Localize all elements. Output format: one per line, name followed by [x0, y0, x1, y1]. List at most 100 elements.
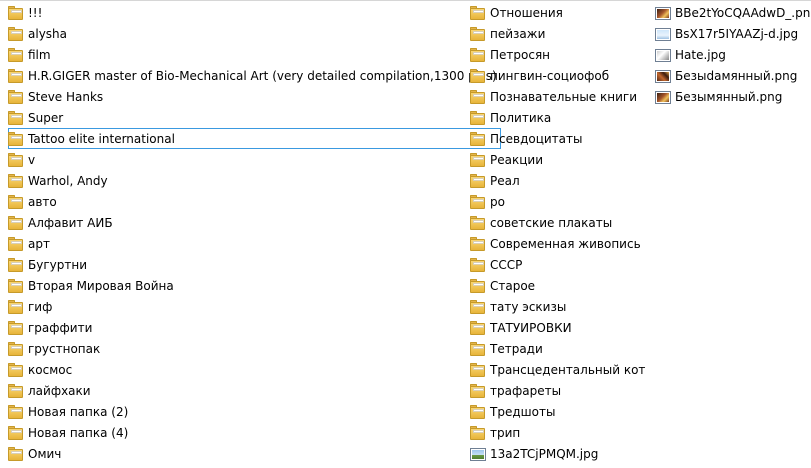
folder-item[interactable]: Тредшоты [470, 401, 649, 422]
folder-icon [8, 215, 24, 231]
folder-icon [470, 215, 486, 231]
folder-icon [470, 236, 486, 252]
folder-item[interactable]: советские плакаты [470, 212, 649, 233]
item-label: Познавательные книги [490, 89, 637, 104]
folder-icon [8, 68, 24, 84]
item-label: !!! [28, 5, 43, 20]
file-item[interactable]: BBe2tYoCQAAdwD_.png [655, 2, 811, 23]
folder-item[interactable]: трип [470, 422, 649, 443]
folder-item[interactable]: гиф [8, 296, 501, 317]
file-item[interactable]: 13a2TCjPMQM.jpg [470, 443, 649, 464]
item-label: Super [28, 110, 64, 125]
folder-icon [8, 341, 24, 357]
folder-icon [470, 362, 486, 378]
file-item[interactable]: Hate.jpg [655, 44, 811, 65]
image-file-icon [655, 47, 671, 63]
folder-item[interactable]: Тетради [470, 338, 649, 359]
folder-item[interactable]: Новая папка (4) [8, 422, 501, 443]
folder-icon [8, 26, 24, 42]
folder-icon [8, 110, 24, 126]
folder-item[interactable]: авто [8, 191, 501, 212]
folder-item[interactable]: Псевдоцитаты [470, 128, 649, 149]
item-label: гиф [28, 299, 53, 314]
folder-item[interactable]: граффити [8, 317, 501, 338]
file-column-2: Отношения пейзажи Петросян пингвин-социофоб… [470, 2, 649, 464]
item-label: Реал [490, 173, 520, 188]
item-label: лайфхаки [28, 383, 91, 398]
folder-item[interactable]: пингвин-социофоб [470, 65, 649, 86]
folder-item[interactable]: Омич [8, 443, 501, 464]
folder-item[interactable]: Вторая Мировая Война [8, 275, 501, 296]
folder-item[interactable]: грустнопак [8, 338, 501, 359]
folder-item[interactable]: СССР [470, 254, 649, 275]
file-item[interactable]: Безымянный.png [655, 86, 811, 107]
folder-item[interactable]: Петросян [470, 44, 649, 65]
item-label: alysha [28, 26, 67, 41]
folder-item[interactable]: ро [470, 191, 649, 212]
folder-item[interactable]: Познавательные книги [470, 86, 649, 107]
folder-icon [470, 299, 486, 315]
folder-item[interactable]: H.R.GIGER master of Bio-Mechanical Art (… [8, 65, 501, 86]
item-label: 13a2TCjPMQM.jpg [490, 446, 599, 461]
folder-item[interactable]: Tattoo elite international [8, 128, 501, 149]
item-label: Псевдоцитаты [490, 131, 583, 146]
folder-icon [8, 446, 24, 462]
folder-item[interactable]: Трансцедентальный кот [470, 359, 649, 380]
folder-icon [8, 404, 24, 420]
folder-item[interactable]: Super [8, 107, 501, 128]
folder-icon [470, 173, 486, 189]
folder-item[interactable]: пейзажи [470, 23, 649, 44]
item-label: ро [490, 194, 505, 209]
folder-item[interactable]: Политика [470, 107, 649, 128]
folder-item[interactable]: Warhol, Andy [8, 170, 501, 191]
folder-item[interactable]: alysha [8, 23, 501, 44]
item-label: BBe2tYoCQAAdwD_.png [675, 5, 811, 20]
folder-item[interactable]: !!! [8, 2, 501, 23]
folder-item[interactable]: Новая папка (2) [8, 401, 501, 422]
folder-icon [8, 152, 24, 168]
folder-icon [470, 278, 486, 294]
item-label: Отношения [490, 5, 563, 20]
folder-item[interactable]: Алфавит АИБ [8, 212, 501, 233]
item-label: пейзажи [490, 26, 546, 41]
image-file-icon [655, 5, 671, 21]
folder-item[interactable]: Реал [470, 170, 649, 191]
folder-item[interactable]: трафареты [470, 380, 649, 401]
folder-icon [470, 320, 486, 336]
folder-item[interactable]: космос [8, 359, 501, 380]
folder-item[interactable]: лайфхаки [8, 380, 501, 401]
item-label: граффити [28, 320, 93, 335]
folder-icon [470, 89, 486, 105]
item-label: Новая папка (4) [28, 425, 129, 440]
item-label: Новая папка (2) [28, 404, 129, 419]
item-label: Tattoo elite international [28, 131, 175, 146]
image-file-icon [655, 26, 671, 42]
folder-item[interactable]: v [8, 149, 501, 170]
item-label: Steve Hanks [28, 89, 104, 104]
folder-item[interactable]: ТАТУИРОВКИ [470, 317, 649, 338]
file-item[interactable]: BsX17r5IYAAZj-d.jpg [655, 23, 811, 44]
folder-item[interactable]: film [8, 44, 501, 65]
item-label: тату эскизы [490, 299, 567, 314]
item-label: космос [28, 362, 73, 377]
folder-icon [470, 194, 486, 210]
item-label: советские плакаты [490, 215, 613, 230]
item-label: Warhol, Andy [28, 173, 108, 188]
item-label: Политика [490, 110, 552, 125]
folder-item[interactable]: тату эскизы [470, 296, 649, 317]
folder-item[interactable]: Отношения [470, 2, 649, 23]
folder-item[interactable]: арт [8, 233, 501, 254]
folder-item[interactable]: Steve Hanks [8, 86, 501, 107]
folder-icon [8, 383, 24, 399]
folder-icon [8, 320, 24, 336]
folder-icon [470, 47, 486, 63]
item-label: Реакции [490, 152, 543, 167]
file-item[interactable]: Безыdамянный.png [655, 65, 811, 86]
folder-item[interactable]: Старое [470, 275, 649, 296]
item-label: Старое [490, 278, 536, 293]
folder-item[interactable]: Бугуртни [8, 254, 501, 275]
folder-item[interactable]: Реакции [470, 149, 649, 170]
item-label: СССР [490, 257, 523, 272]
image-file-icon [655, 89, 671, 105]
folder-item[interactable]: Современная живопись [470, 233, 649, 254]
